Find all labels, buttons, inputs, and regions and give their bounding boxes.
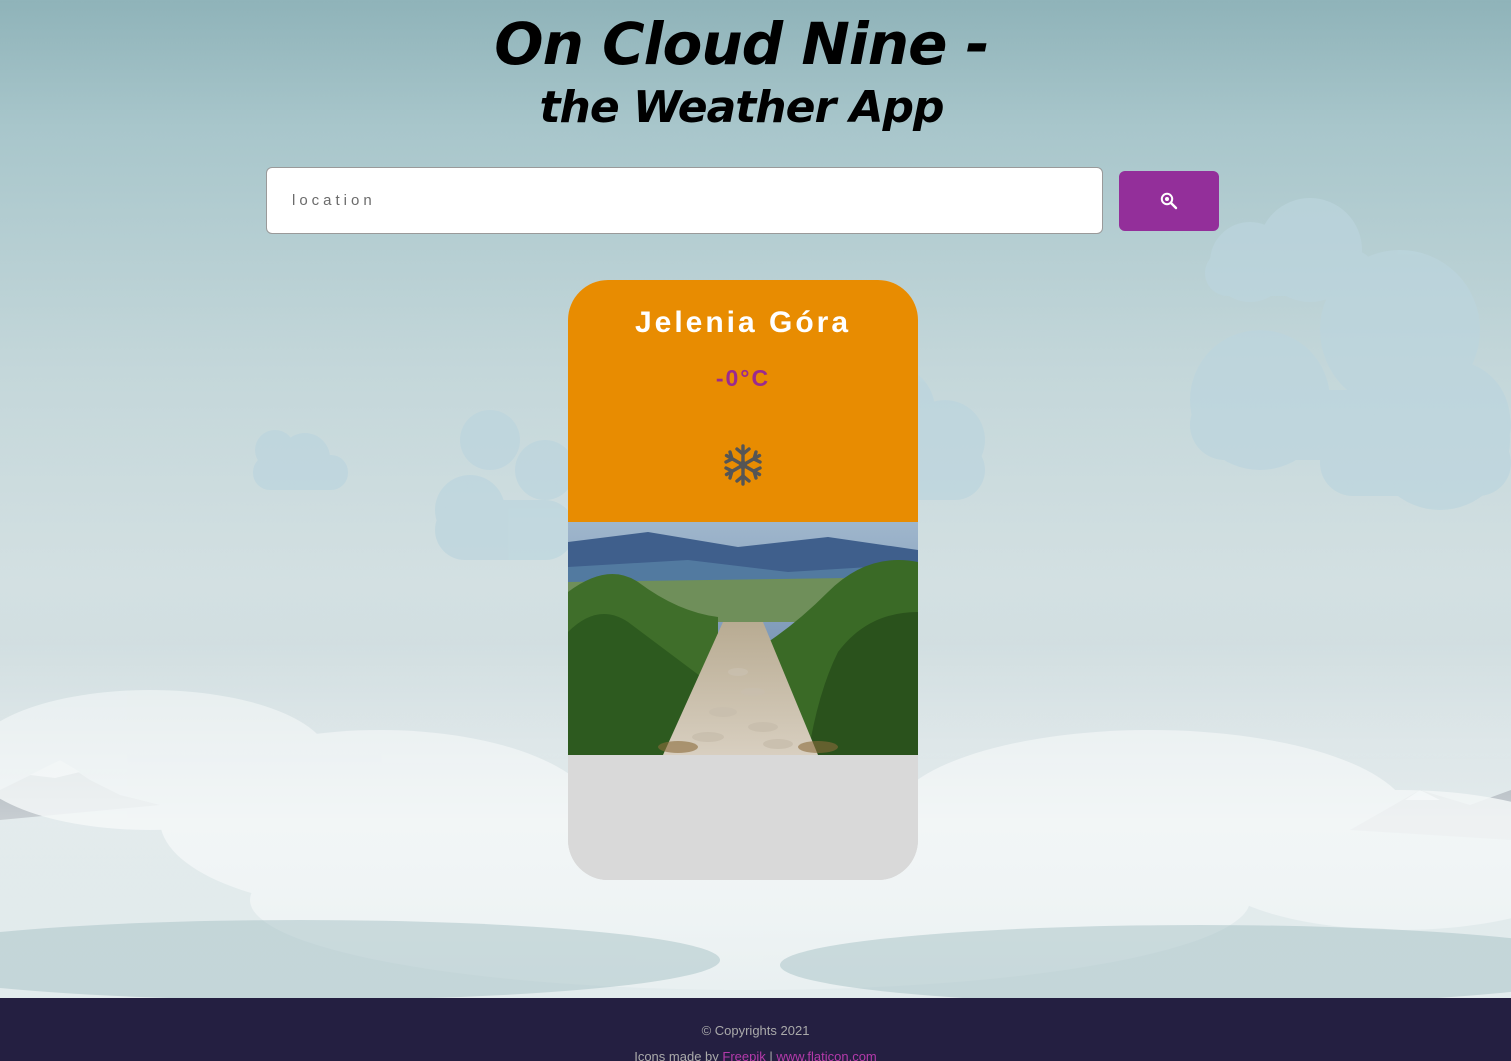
icon-credits: Icons made by Freepik | www.flaticon.com xyxy=(0,1049,1511,1061)
mountain-trail-photo xyxy=(568,522,918,755)
flaticon-link[interactable]: www.flaticon.com xyxy=(776,1049,876,1061)
app-title-line1: On Cloud Nine - xyxy=(494,10,989,78)
city-name: Jelenia Góra xyxy=(634,306,852,339)
snowflake-icon xyxy=(724,444,762,486)
weather-card-footer xyxy=(568,755,918,880)
temperature-value: -0°C xyxy=(715,365,771,391)
freepik-link[interactable]: Freepik xyxy=(722,1049,765,1061)
weather-card: Jelenia Góra -0°C xyxy=(568,280,918,880)
page-footer: © Copyrights 2021 Icons made by Freepik … xyxy=(0,998,1511,1061)
credits-prefix: Icons made by xyxy=(634,1049,723,1061)
credits-separator: | xyxy=(765,1049,777,1061)
copyright-text: © Copyrights 2021 xyxy=(701,1023,810,1038)
search-button[interactable] xyxy=(1119,171,1219,231)
location-search-input[interactable] xyxy=(266,167,1103,234)
weather-card-header: Jelenia Góra -0°C xyxy=(568,280,918,522)
search-icon xyxy=(1160,192,1178,210)
app-title-line2: the Weather App xyxy=(539,82,944,133)
